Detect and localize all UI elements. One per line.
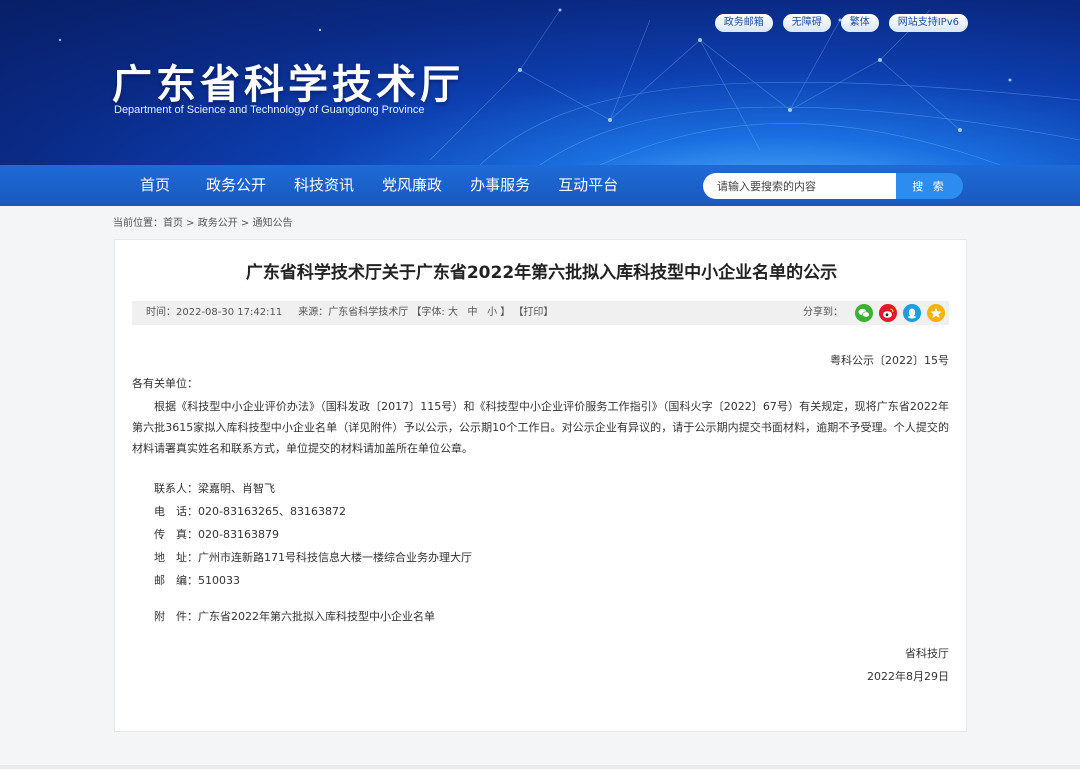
nav-item-interaction[interactable]: 互动平台 [544,165,632,206]
search-button[interactable]: 搜 索 [896,173,963,199]
contact-postcode: 邮 编：510033 [154,574,240,587]
font-size-medium[interactable]: 中 [468,307,478,318]
breadcrumb-separator: > [183,218,198,229]
font-size-label: 【字体: [411,307,445,318]
top-link-accessibility[interactable]: 无障碍 [782,14,831,32]
nav-item-news[interactable]: 科技资讯 [280,165,368,206]
font-size-large[interactable]: 大 [448,307,458,318]
contact-address: 地 址：广州市连新路171号科技信息大楼一楼综合业务办理大厅 [154,551,472,564]
breadcrumb-gov-affairs[interactable]: 政务公开 [198,218,238,229]
article-card: 广东省科学技术厅关于广东省2022年第六批拟入库科技型中小企业名单的公示 时间：… [114,239,967,732]
sign-date: 2022年8月29日 [867,670,949,683]
meta-info: 时间：2022-08-30 17:42:11 来源：广东省科学技术厅 【字体: 大… [146,301,553,325]
breadcrumb-separator: > [237,218,253,229]
header-banner: 政务邮箱 无障碍 繁体 网站支持IPv6 广东省科学技术厅 Department… [0,0,1080,165]
article-source: 来源：广东省科学技术厅 [298,307,409,318]
top-links: 政务邮箱 无障碍 繁体 网站支持IPv6 [714,14,968,32]
search-input[interactable] [703,173,896,199]
nav-items: 首页 政务公开 科技资讯 党风廉政 办事服务 互动平台 [118,165,632,206]
document-number: 粤科公示〔2022〕15号 [830,354,949,367]
top-link-traditional[interactable]: 繁体 [840,14,879,32]
publish-time: 时间：2022-08-30 17:42:11 [146,307,283,318]
font-size-small[interactable]: 小 [487,307,497,318]
signature: 省科技厅 [905,647,949,660]
share-bar: 分享到： [803,301,945,325]
breadcrumb-notices[interactable]: 通知公告 [253,218,293,229]
article-body: 根据《科技型中小企业评价办法》（国科发政〔2017〕115号）和《科技型中小企业… [132,400,949,455]
nav-item-gov-affairs[interactable]: 政务公开 [192,165,280,206]
top-link-mail[interactable]: 政务邮箱 [714,14,773,32]
attachment-link[interactable]: 附 件：广东省2022年第六批拟入库科技型中小企业名单 [154,608,435,624]
nav-item-integrity[interactable]: 党风廉政 [368,165,456,206]
nav-item-services[interactable]: 办事服务 [456,165,544,206]
top-link-ipv6[interactable]: 网站支持IPv6 [888,14,968,32]
print-link[interactable]: 【打印】 [513,307,553,318]
article-title: 广东省科学技术厅关于广东省2022年第六批拟入库科技型中小企业名单的公示 [245,263,838,283]
contact-person: 联系人：梁嘉明、肖智飞 [154,482,275,495]
breadcrumb-prefix: 当前位置： [113,218,163,229]
qq-icon[interactable] [903,304,921,322]
contact-fax: 传 真：020-83163879 [154,528,279,541]
wechat-icon[interactable] [855,304,873,322]
breadcrumb: 当前位置：首页 > 政务公开 > 通知公告 [113,214,293,229]
contact-phone: 电 话：020-83163265、83163872 [154,505,346,518]
font-size-close: 】 [500,307,511,318]
article-meta-bar: 时间：2022-08-30 17:42:11 来源：广东省科学技术厅 【字体: 大… [132,301,949,325]
page-bottom-divider [0,765,1080,769]
search-box: 搜 索 [703,173,963,199]
site-title: 广东省科学技术厅 [112,62,464,108]
share-label: 分享到： [803,307,843,318]
site-subtitle: Department of Science and Technology of … [114,104,425,116]
qzone-icon[interactable] [927,304,945,322]
greeting: 各有关单位： [132,377,198,390]
nav-item-home[interactable]: 首页 [118,165,192,206]
weibo-icon[interactable] [879,304,897,322]
breadcrumb-home[interactable]: 首页 [163,218,183,229]
